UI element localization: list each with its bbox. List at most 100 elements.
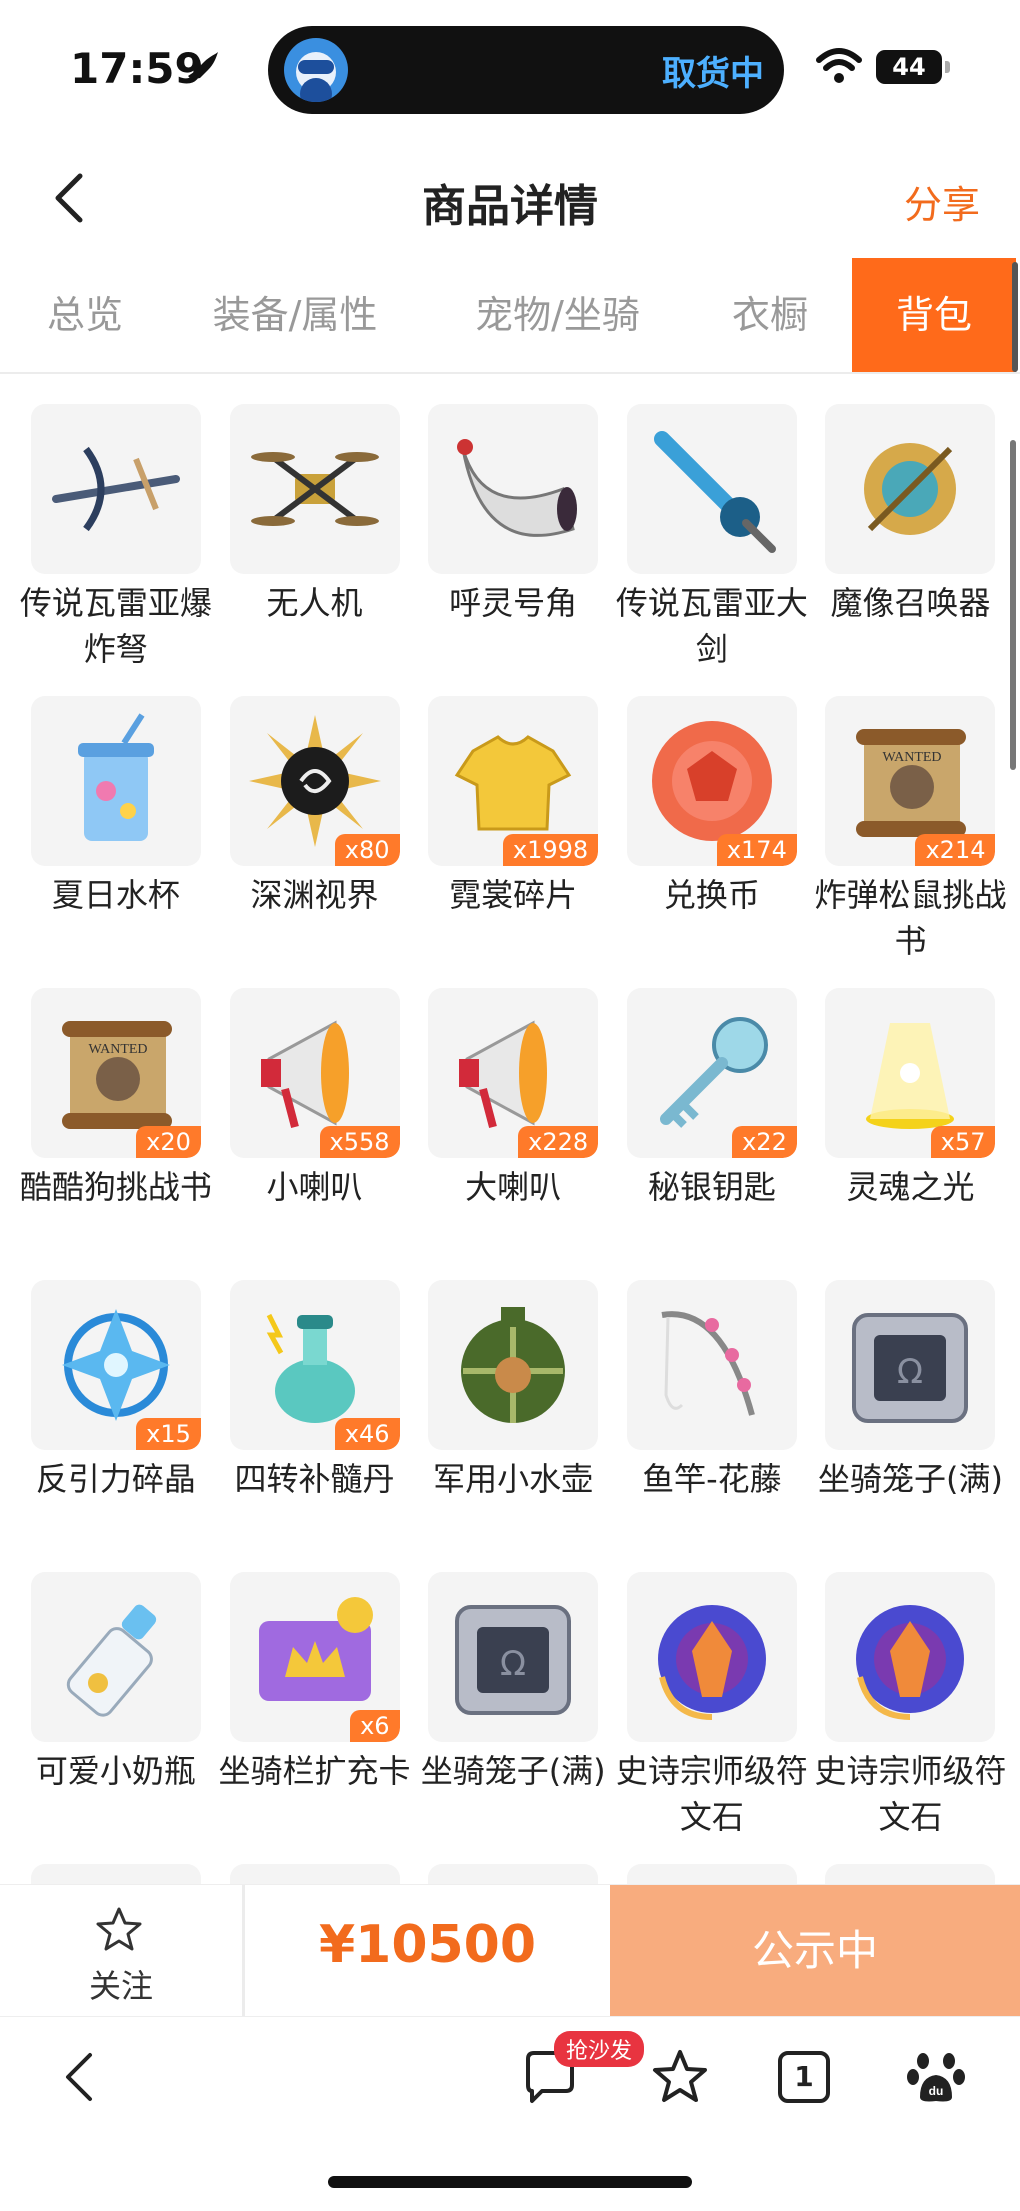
item-name: 大喇叭	[465, 1168, 562, 1206]
item-thumbnail: Ω	[428, 1572, 599, 1742]
tab-equipment[interactable]: 装备/属性	[170, 258, 420, 372]
item-thumbnail: x22	[626, 988, 797, 1158]
tab-backpack[interactable]: 背包	[852, 258, 1016, 372]
item-name: 深渊视界	[250, 876, 379, 914]
item-thumbnail-partial[interactable]	[30, 1864, 201, 1886]
browser-back-icon[interactable]	[52, 2047, 112, 2107]
shirt-icon	[454, 735, 572, 831]
item-name: 兑换币	[663, 876, 760, 914]
status-bar: 17:59 取货中 44	[0, 0, 1020, 140]
item-thumbnail	[229, 404, 400, 574]
item-count-badge: x228	[518, 1126, 599, 1158]
cage-icon: Ω	[455, 1605, 572, 1715]
item-name: 灵魂之光	[846, 1168, 975, 1206]
item-name: 夏日水杯	[51, 876, 180, 914]
item-name: 霓裳碎片	[449, 876, 578, 914]
item-thumbnail-partial[interactable]	[825, 1864, 996, 1886]
item-thumbnail: x57	[825, 988, 996, 1158]
potion-icon	[266, 1313, 355, 1423]
item-count-badge: x57	[930, 1126, 996, 1158]
item-name: 四转补髓丹	[234, 1460, 395, 1498]
item-name: 坐骑笼子(满)	[817, 1460, 1003, 1498]
follow-button[interactable]: 关注	[0, 1885, 242, 2017]
item-name: 魔像召唤器	[830, 584, 991, 622]
delivery-status: 取货中	[662, 54, 764, 94]
tab-count-button[interactable]: 1	[778, 2051, 830, 2103]
item-name: 反引力碎晶	[35, 1460, 196, 1498]
item-count-badge: x174	[716, 834, 797, 866]
rune-stone-icon	[657, 1605, 766, 1720]
item-thumbnail: x558	[229, 988, 400, 1158]
backpack-grid: 传说瓦雷亚爆炸弩 无人机 呼灵号角 传说瓦雷亚大剑 魔像召唤器夏日水杯 x80 深渊视界 x1…	[0, 376, 1020, 1886]
home-indicator[interactable]	[328, 2176, 692, 2188]
item-name: 无人机	[266, 584, 363, 622]
svg-text:du: du	[929, 2084, 944, 2098]
item-thumbnail	[30, 404, 201, 574]
card-icon	[258, 1597, 373, 1701]
star-icon	[96, 1907, 142, 1951]
coin-icon	[651, 721, 772, 841]
avatar	[284, 38, 348, 102]
item-thumbnail	[825, 404, 996, 574]
crossbow-icon	[51, 446, 180, 532]
item-name: 秘银钥匙	[647, 1168, 776, 1206]
item-thumbnail: x80	[229, 696, 400, 866]
megaphone-icon	[260, 1020, 349, 1129]
share-button[interactable]: 分享	[904, 174, 980, 229]
svg-text:WANTED: WANTED	[88, 1042, 147, 1057]
item-name: 呼灵号角	[449, 584, 578, 622]
item-name: 传说瓦雷亚大剑	[615, 584, 808, 668]
item-thumbnail: WANTED x20	[30, 988, 201, 1158]
item-thumbnail	[626, 404, 797, 574]
item-thumbnail	[428, 1280, 599, 1450]
item-thumbnail	[626, 1280, 797, 1450]
item-thumbnail	[626, 1572, 797, 1742]
tab-pets[interactable]: 宠物/坐骑	[420, 258, 695, 372]
item-name: 坐骑栏扩充卡	[218, 1752, 411, 1790]
item-name: 小喇叭	[266, 1168, 363, 1206]
sofa-badge: 抢沙发	[554, 2031, 645, 2067]
megaphone-icon	[459, 1020, 548, 1129]
follow-label: 关注	[88, 1967, 153, 2005]
baidu-paw-icon[interactable]: du	[906, 2047, 966, 2107]
golem-summoner-icon	[864, 443, 957, 535]
tab-wardrobe[interactable]: 衣橱	[695, 258, 845, 372]
rune-stone-icon	[856, 1605, 965, 1720]
tab-scrollbar[interactable]	[1012, 262, 1018, 372]
item-name: 传说瓦雷亚爆炸弩	[19, 584, 212, 668]
navigation-header: 商品详情 分享	[0, 140, 1020, 258]
dynamic-island[interactable]: 取货中	[268, 26, 784, 114]
item-count-badge: x20	[136, 1126, 201, 1158]
svg-text:Ω: Ω	[897, 1352, 923, 1392]
item-thumbnail: x1998	[428, 696, 599, 866]
item-thumbnail-partial[interactable]	[229, 1864, 400, 1886]
page-scrollbar[interactable]	[1010, 440, 1016, 770]
item-thumbnail: Ω	[825, 1280, 996, 1450]
item-thumbnail: x228	[428, 988, 599, 1158]
item-name: 史诗宗师级符文石	[615, 1752, 808, 1836]
scroll-icon: WANTED	[61, 1021, 172, 1129]
tab-overview[interactable]: 总览	[0, 258, 170, 372]
item-thumbnail-partial[interactable]	[428, 1864, 599, 1886]
item-name: 坐骑笼子(满)	[420, 1752, 606, 1790]
item-count-badge: x214	[915, 834, 996, 866]
favorite-star-icon[interactable]	[650, 2047, 710, 2107]
rocket-icon	[188, 52, 218, 82]
cage-icon: Ω	[852, 1313, 969, 1423]
item-name: 史诗宗师级符文石	[814, 1752, 1007, 1836]
page-title: 商品详情	[422, 181, 598, 232]
item-thumbnail: x15	[30, 1280, 201, 1450]
item-count-badge: x558	[319, 1126, 400, 1158]
item-count-badge: x22	[732, 1126, 797, 1158]
svg-text:Ω: Ω	[500, 1644, 526, 1684]
item-count-badge: x46	[334, 1418, 400, 1450]
drone-icon	[250, 452, 379, 526]
light-icon	[866, 1023, 955, 1129]
crystal-icon	[61, 1309, 170, 1421]
item-thumbnail-partial[interactable]	[626, 1864, 797, 1886]
abyss-sun-icon	[248, 715, 381, 847]
item-name: 炸弹松鼠挑战书	[814, 876, 1007, 960]
public-status-button[interactable]: 公示中	[610, 1885, 1020, 2017]
svg-text:WANTED: WANTED	[883, 750, 942, 765]
price: ¥10500	[318, 1915, 537, 1975]
